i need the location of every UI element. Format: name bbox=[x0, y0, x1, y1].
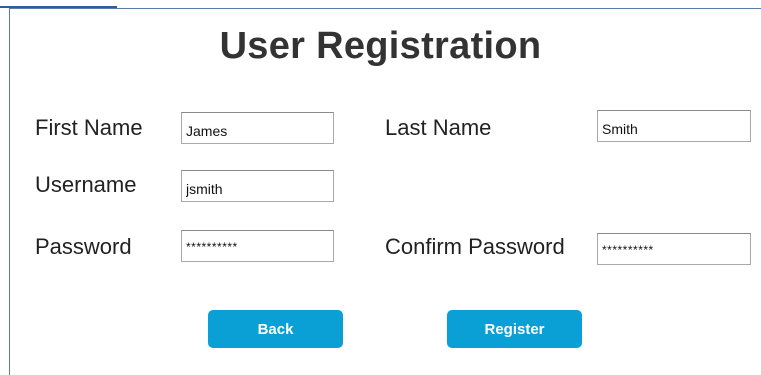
username-field[interactable] bbox=[181, 170, 334, 202]
confirm-password-field[interactable] bbox=[597, 233, 751, 265]
last-name-label: Last Name bbox=[385, 115, 492, 140]
password-label: Password bbox=[35, 234, 132, 259]
password-field[interactable] bbox=[181, 230, 334, 262]
register-button[interactable]: Register bbox=[447, 310, 582, 348]
username-label: Username bbox=[35, 172, 137, 197]
last-name-field[interactable] bbox=[597, 110, 751, 142]
registration-page: User Registration First Name Last Name U… bbox=[0, 0, 761, 375]
tab-indicator bbox=[0, 0, 117, 8]
back-button[interactable]: Back bbox=[208, 310, 343, 348]
first-name-label: First Name bbox=[35, 115, 143, 140]
first-name-field[interactable] bbox=[181, 112, 334, 144]
confirm-password-label: Confirm Password bbox=[385, 234, 565, 259]
page-title: User Registration bbox=[219, 25, 542, 67]
